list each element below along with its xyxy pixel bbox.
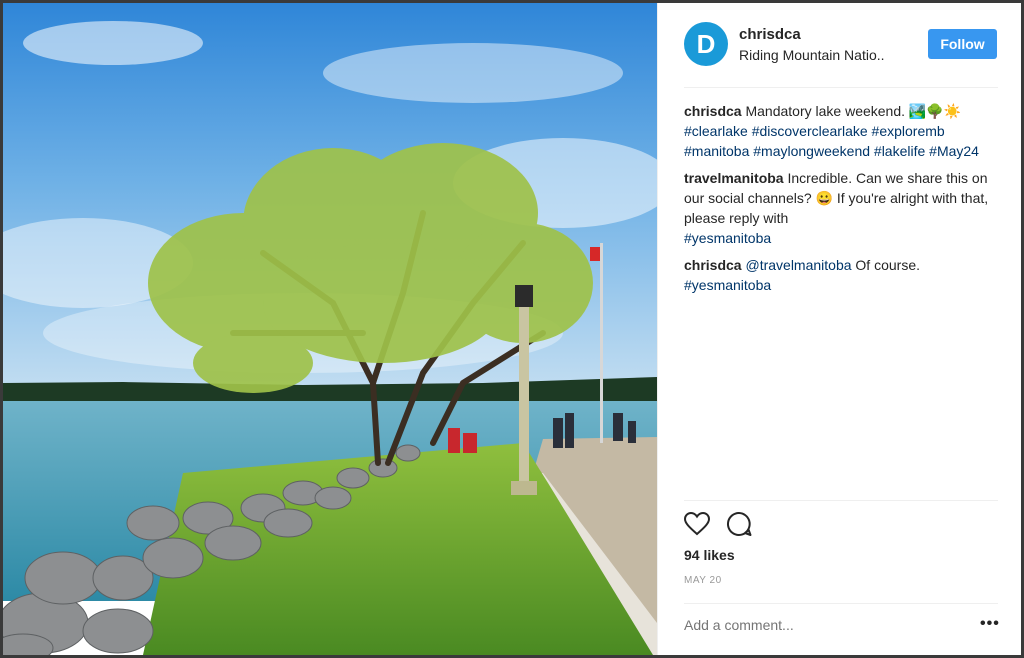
- action-bar: [684, 511, 764, 541]
- comment-bubble-icon[interactable]: [726, 511, 752, 537]
- comment-text: Mandatory lake weekend. 🏞️🌳☀️: [745, 103, 962, 119]
- likes-count[interactable]: 94 likes: [684, 547, 735, 563]
- more-dots-icon[interactable]: •••: [980, 615, 1000, 633]
- comment-text: Of course.: [855, 257, 921, 273]
- post-header: D chrisdca Riding Mountain Natio.. Follo…: [658, 3, 1021, 87]
- follow-button[interactable]: Follow: [928, 29, 997, 59]
- comment-item: chrisdca Mandatory lake weekend. 🏞️🌳☀️ #…: [684, 101, 998, 161]
- add-comment-input[interactable]: [684, 617, 964, 633]
- comment-hashtags[interactable]: #yesmanitoba: [684, 230, 771, 246]
- header-divider: [684, 87, 998, 88]
- comment-divider: [684, 603, 998, 604]
- post-date[interactable]: MAY 20: [684, 575, 722, 586]
- lake-photo-illustration: [3, 3, 657, 655]
- post-location[interactable]: Riding Mountain Natio..: [739, 47, 914, 63]
- comment-hashtags[interactable]: #yesmanitoba: [684, 277, 771, 293]
- comment-username[interactable]: travelmanitoba: [684, 170, 784, 186]
- post-username[interactable]: chrisdca: [739, 26, 801, 43]
- avatar[interactable]: D: [684, 22, 728, 66]
- comment-hashtags[interactable]: #clearlake #discoverclearlake #exploremb…: [684, 123, 979, 159]
- comments-list: chrisdca Mandatory lake weekend. 🏞️🌳☀️ #…: [684, 101, 998, 302]
- post-photo[interactable]: [3, 3, 657, 655]
- actions-divider: [684, 500, 998, 501]
- comment-username[interactable]: chrisdca: [684, 257, 742, 273]
- comment-username[interactable]: chrisdca: [684, 103, 742, 119]
- heart-icon[interactable]: [684, 512, 710, 536]
- comment-item: travelmanitoba Incredible. Can we share …: [684, 168, 998, 248]
- post-sidebar: D chrisdca Riding Mountain Natio.. Follo…: [657, 3, 1021, 655]
- comment-mention[interactable]: @travelmanitoba: [745, 257, 851, 273]
- post-window: D chrisdca Riding Mountain Natio.. Follo…: [3, 3, 1021, 655]
- comment-item: chrisdca @travelmanitoba Of course. #yes…: [684, 255, 998, 295]
